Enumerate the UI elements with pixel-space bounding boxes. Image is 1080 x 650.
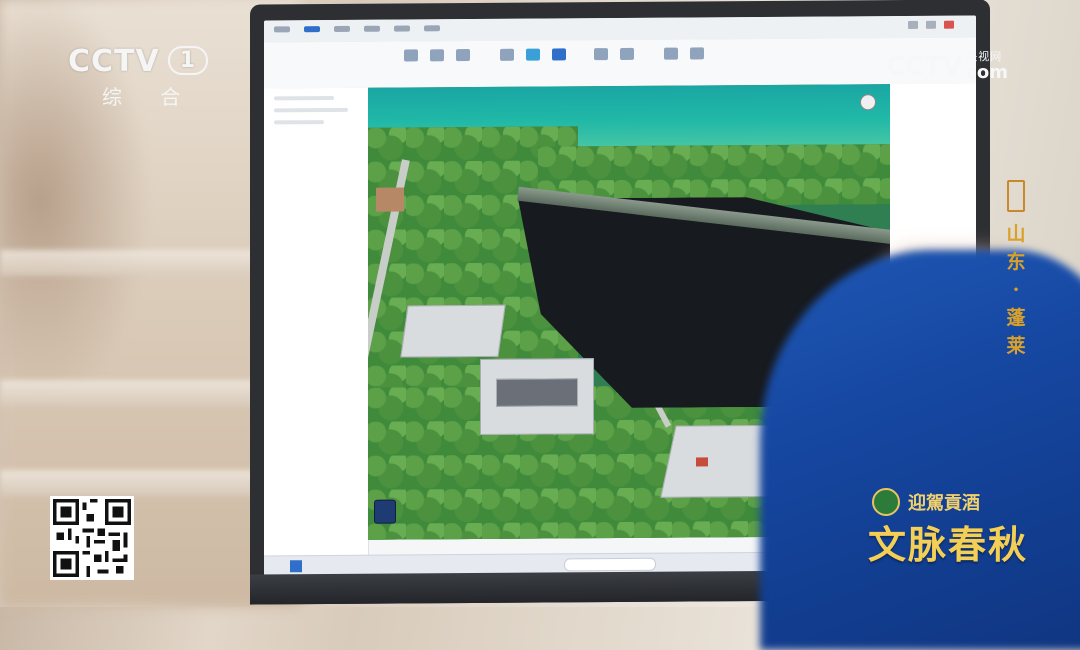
presenter-sleeve [760,250,1080,650]
seal-icon [1007,180,1025,212]
close-icon[interactable] [944,20,954,29]
ribbon-tab[interactable] [364,25,380,32]
taskbar-search[interactable] [564,557,656,572]
channel-number: 1 [167,46,209,75]
sponsor-name: 迎駕貢酒 [908,493,980,514]
watermark-com: com [966,62,1008,83]
channel-sub: 综 合 [102,85,197,109]
watermark-text: CCTV [886,52,963,82]
location-line1: 山东 [1006,223,1026,273]
app-toolbar [264,37,976,90]
tool-icon[interactable] [690,47,704,60]
ribbon-tab[interactable] [334,25,350,32]
tool-icon[interactable] [594,48,608,61]
building [496,378,578,407]
tool-icon[interactable] [500,48,514,61]
red-roof [696,457,708,467]
ribbon-tab[interactable] [394,25,410,32]
program-title: 文脉春秋 [867,522,1028,567]
sponsor-banner: 迎駕貢酒 [872,488,980,516]
background-shelf [0,380,290,406]
tool-icon[interactable] [552,48,566,61]
background-shelf [0,470,290,496]
background-shelf [0,250,290,276]
ribbon-tab[interactable] [304,26,320,33]
windows-start-icon[interactable] [290,560,302,573]
tool-icon[interactable] [620,47,634,60]
tool-icon[interactable] [430,49,444,62]
tool-icon[interactable] [664,47,678,60]
ribbon-tab[interactable] [424,25,440,32]
ribbon-tab[interactable] [274,26,290,33]
ribbon-tabs [274,25,440,33]
left-panel [264,87,369,559]
window-controls [908,20,954,29]
watermark-logo: CCTV 央视网 com [886,48,1008,82]
building [400,304,506,358]
channel-logo: CCTV 1 综 合 [68,44,209,110]
sponsor-badge-icon [872,488,900,516]
location-separator: · [1012,279,1020,301]
qr-code-icon [50,496,134,580]
app-taskbar-icon[interactable] [374,499,396,524]
location-line2: 蓬莱 [1006,307,1026,357]
building [376,187,404,212]
maximize-icon[interactable] [926,20,936,29]
tool-icon[interactable] [404,49,418,62]
compass-icon[interactable] [860,94,876,111]
tool-icon[interactable] [526,48,540,61]
minimize-icon[interactable] [908,20,918,29]
tool-icon[interactable] [456,49,470,62]
channel-logo-text: CCTV [68,44,160,79]
location-caption: 山东 · 蓬莱 [1004,180,1028,360]
